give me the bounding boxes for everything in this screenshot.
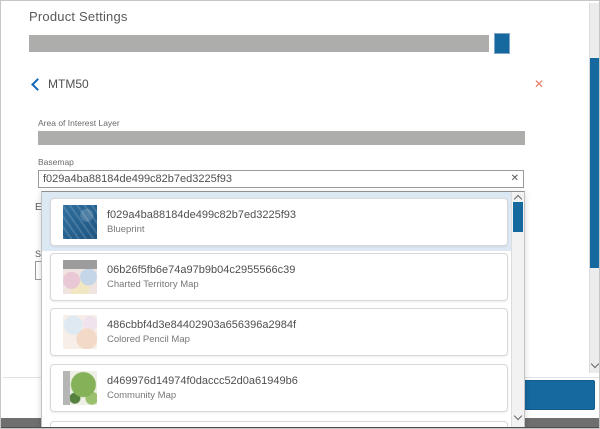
redacted-title-bar xyxy=(29,35,489,52)
basemap-option-id: 06b26f5fb6e74a97b9b04c2955566c39 xyxy=(107,264,295,276)
basemap-option-id: f029a4ba88184de499c82b7ed3225f93 xyxy=(107,209,296,221)
scroll-down-icon[interactable] xyxy=(591,360,599,368)
product-name-label: MTM50 xyxy=(48,77,89,91)
page-title: Product Settings xyxy=(29,9,128,24)
clear-icon[interactable]: ✕ xyxy=(511,173,519,184)
dropdown-scrollbar-thumb[interactable] xyxy=(513,202,523,232)
basemap-option-name: Charted Territory Map xyxy=(107,279,295,290)
charted-territory-thumbnail-icon xyxy=(63,260,97,294)
page-scrollbar-thumb[interactable] xyxy=(590,58,600,268)
community-thumbnail-icon xyxy=(63,371,97,405)
dropdown-scrollbar[interactable] xyxy=(511,192,524,427)
blueprint-thumbnail-icon xyxy=(63,205,97,239)
close-icon[interactable]: ✕ xyxy=(534,78,544,90)
basemap-option-charted-territory[interactable]: 06b26f5fb6e74a97b9b04c2955566c39 Charted… xyxy=(50,253,508,301)
basemap-option-name: Blueprint xyxy=(107,224,296,235)
aoi-layer-input[interactable] xyxy=(38,131,525,145)
top-action-button[interactable] xyxy=(494,33,510,54)
colored-pencil-thumbnail-icon xyxy=(63,315,97,349)
chevron-left-icon xyxy=(31,78,44,91)
aoi-layer-label: Area of Interest Layer xyxy=(38,118,120,128)
basemap-option-blueprint[interactable]: f029a4ba88184de499c82b7ed3225f93 Bluepri… xyxy=(50,198,508,246)
basemap-input[interactable]: f029a4ba88184de499c82b7ed3225f93 ✕ xyxy=(38,170,524,188)
basemap-dropdown: f029a4ba88184de499c82b7ed3225f93 Bluepri… xyxy=(41,191,525,428)
basemap-option-community[interactable]: d469976d14974f0daccc52d0a61949b6 Communi… xyxy=(50,364,508,412)
scroll-down-icon[interactable] xyxy=(514,412,522,420)
page-scrollbar[interactable] xyxy=(589,3,600,373)
basemap-option-name: Community Map xyxy=(107,390,298,401)
basemap-option-id: d469976d14974f0daccc52d0a61949b6 xyxy=(107,375,298,387)
back-button[interactable]: MTM50 xyxy=(33,77,89,91)
basemap-option-colored-pencil[interactable]: 486cbbf4d3e84402903a656396a2984f Colored… xyxy=(50,308,508,356)
basemap-option-name: Colored Pencil Map xyxy=(107,334,296,345)
basemap-input-value: f029a4ba88184de499c82b7ed3225f93 xyxy=(43,173,232,185)
product-settings-window: Product Settings MTM50 ✕ Area of Interes… xyxy=(0,0,600,429)
basemap-option-id: 486cbbf4d3e84402903a656396a2984f xyxy=(107,319,296,331)
basemap-label: Basemap xyxy=(38,157,74,167)
